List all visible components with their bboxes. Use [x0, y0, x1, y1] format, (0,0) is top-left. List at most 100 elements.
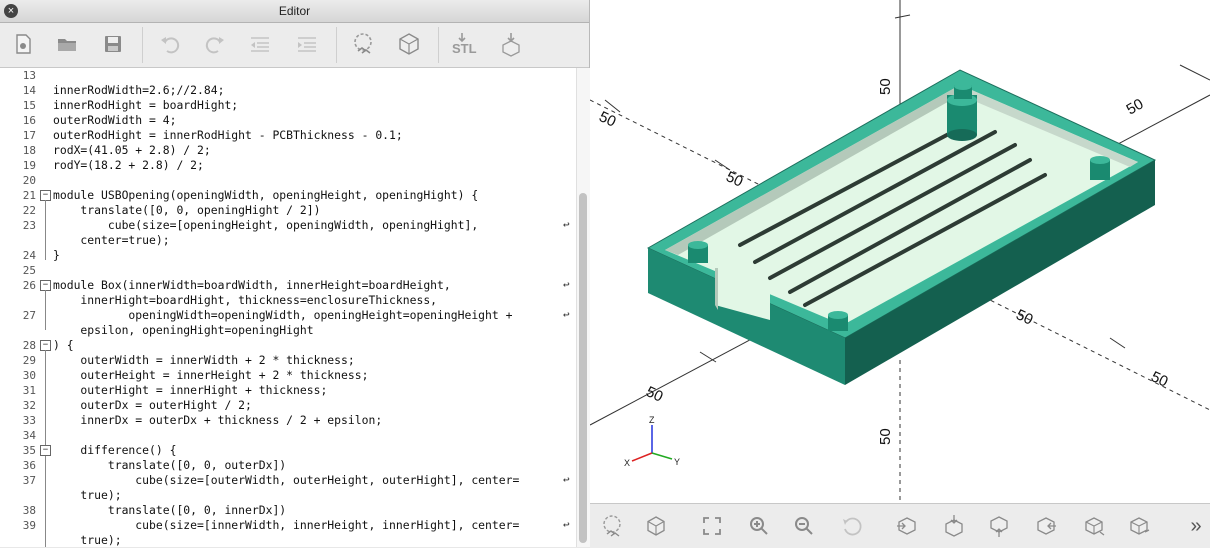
- code-line: difference() {: [53, 443, 177, 457]
- wrap-marker: ↩: [563, 218, 570, 231]
- scrollbar-thumb[interactable]: [579, 193, 587, 543]
- code-line: innerRodHight = boardHight;: [53, 98, 239, 112]
- line-number: 36: [22, 459, 36, 472]
- render-icon[interactable]: [394, 29, 424, 59]
- code-line: true);: [53, 533, 122, 547]
- line-number: 25: [22, 264, 36, 277]
- code-line: ) {: [53, 338, 74, 352]
- view-all-icon[interactable]: [698, 512, 726, 540]
- line-number: 15: [22, 99, 36, 112]
- scene-svg: 50 50 50 50 50 50 50 50 Z X Y: [590, 0, 1210, 503]
- view-front-icon[interactable]: [1080, 512, 1108, 540]
- line-number: 20: [22, 174, 36, 187]
- line-number: 16: [22, 114, 36, 127]
- editor-panel: × Editor STL 13 14 innerRodWidth=2.6;//2…: [0, 0, 590, 547]
- view-back-icon[interactable]: [1125, 512, 1153, 540]
- code-line: innerDx = outerDx + thickness / 2 + epsi…: [53, 413, 383, 427]
- code-line: }: [53, 248, 60, 262]
- reset-view-icon[interactable]: [838, 512, 866, 540]
- axis-label: 50: [877, 428, 894, 445]
- editor-scrollbar[interactable]: [576, 68, 590, 547]
- axis-label: 50: [1013, 306, 1035, 328]
- open-file-icon[interactable]: [52, 29, 82, 59]
- code-editor[interactable]: 13 14 innerRodWidth=2.6;//2.84; 15 inner…: [0, 68, 575, 547]
- axis-label: 50: [596, 108, 618, 130]
- line-number: 21: [22, 189, 36, 202]
- stl-label: STL: [452, 41, 477, 56]
- view-top-icon[interactable]: [940, 512, 968, 540]
- wrap-marker: ↩: [563, 278, 570, 291]
- line-number: 30: [22, 369, 36, 382]
- zoom-out-icon[interactable]: [790, 512, 818, 540]
- code-line: center=true);: [53, 233, 170, 247]
- preview-icon[interactable]: [348, 29, 378, 59]
- code-line: epsilon, openingHight=openingHight: [53, 323, 314, 337]
- code-line: outerWidth = innerWidth + 2 * thickness;: [53, 353, 355, 367]
- code-line: outerRodHight = innerRodHight - PCBThick…: [53, 128, 403, 142]
- editor-toolbar: STL: [0, 23, 589, 68]
- more-icon[interactable]: »: [1182, 512, 1210, 540]
- indent-icon[interactable]: [292, 29, 322, 59]
- code-line: true);: [53, 488, 122, 502]
- code-line: outerHight = innerHight + thickness;: [53, 383, 328, 397]
- line-number: 17: [22, 129, 36, 142]
- zoom-in-icon[interactable]: [745, 512, 773, 540]
- line-number: 39: [22, 519, 36, 532]
- line-number: 33: [22, 414, 36, 427]
- code-line: outerRodWidth = 4;: [53, 113, 177, 127]
- save-icon[interactable]: [98, 29, 128, 59]
- axis-label: 50: [877, 78, 894, 95]
- code-line: outerDx = outerHight / 2;: [53, 398, 252, 412]
- preview-icon[interactable]: [598, 512, 626, 540]
- render-icon[interactable]: [642, 512, 670, 540]
- axes-indicator: Z X Y: [624, 415, 680, 468]
- code-line: module Box(innerWidth=boardWidth, innerH…: [53, 278, 451, 292]
- code-line: translate([0, 0, outerDx]): [53, 458, 287, 472]
- send-to-3d-print-icon[interactable]: [496, 29, 526, 59]
- axis-label: 50: [1148, 368, 1170, 390]
- line-number: 27: [22, 309, 36, 322]
- fold-toggle[interactable]: −: [40, 445, 51, 456]
- line-number: 19: [22, 159, 36, 172]
- line-number: 14: [22, 84, 36, 97]
- view-toolbar: »: [590, 503, 1210, 548]
- line-number: 34: [22, 429, 36, 442]
- axis-indicator-z: Z: [649, 415, 655, 425]
- line-number: 38: [22, 504, 36, 517]
- view-bottom-icon[interactable]: [985, 512, 1013, 540]
- line-number: 24: [22, 249, 36, 262]
- code-line: innerRodWidth=2.6;//2.84;: [53, 83, 225, 97]
- view-left-icon[interactable]: [1032, 512, 1060, 540]
- line-number: 28: [22, 339, 36, 352]
- editor-titlebar: × Editor: [0, 0, 589, 23]
- axis-indicator-x: X: [624, 458, 630, 468]
- code-line: rodX=(41.05 + 2.8) / 2;: [53, 143, 211, 157]
- axis-label: 50: [1124, 95, 1147, 118]
- undo-icon[interactable]: [155, 29, 185, 59]
- code-line: cube(size=[openingHeight, openingWidth, …: [53, 218, 479, 232]
- new-file-icon[interactable]: [8, 29, 38, 59]
- unindent-icon[interactable]: [245, 29, 275, 59]
- code-line: module USBOpening(openingWidth, openingH…: [53, 188, 479, 202]
- line-number: 22: [22, 204, 36, 217]
- line-number: 32: [22, 399, 36, 412]
- code-line: cube(size=[outerWidth, outerHeight, oute…: [53, 473, 520, 487]
- wrap-marker: ↩: [563, 518, 570, 531]
- line-number: 13: [22, 69, 36, 82]
- 3d-viewport[interactable]: 50 50 50 50 50 50 50 50 Z X Y: [590, 0, 1210, 503]
- line-number: 29: [22, 354, 36, 367]
- enclosure-model: [646, 69, 1157, 385]
- wrap-marker: ↩: [563, 473, 570, 486]
- code-line: outerHeight = innerHeight + 2 * thicknes…: [53, 368, 369, 382]
- axis-indicator-y: Y: [674, 457, 680, 467]
- redo-icon[interactable]: [200, 29, 230, 59]
- view-right-icon[interactable]: [893, 512, 921, 540]
- export-stl-icon[interactable]: STL: [450, 29, 484, 59]
- axis-label: 50: [723, 168, 745, 190]
- window-title: Editor: [278, 4, 311, 18]
- line-number: 18: [22, 144, 36, 157]
- line-number: 31: [22, 384, 36, 397]
- code-line: rodY=(18.2 + 2.8) / 2;: [53, 158, 204, 172]
- code-line: openingWidth=openingWidth, openingHeight…: [53, 308, 513, 322]
- line-number: 37: [22, 474, 36, 487]
